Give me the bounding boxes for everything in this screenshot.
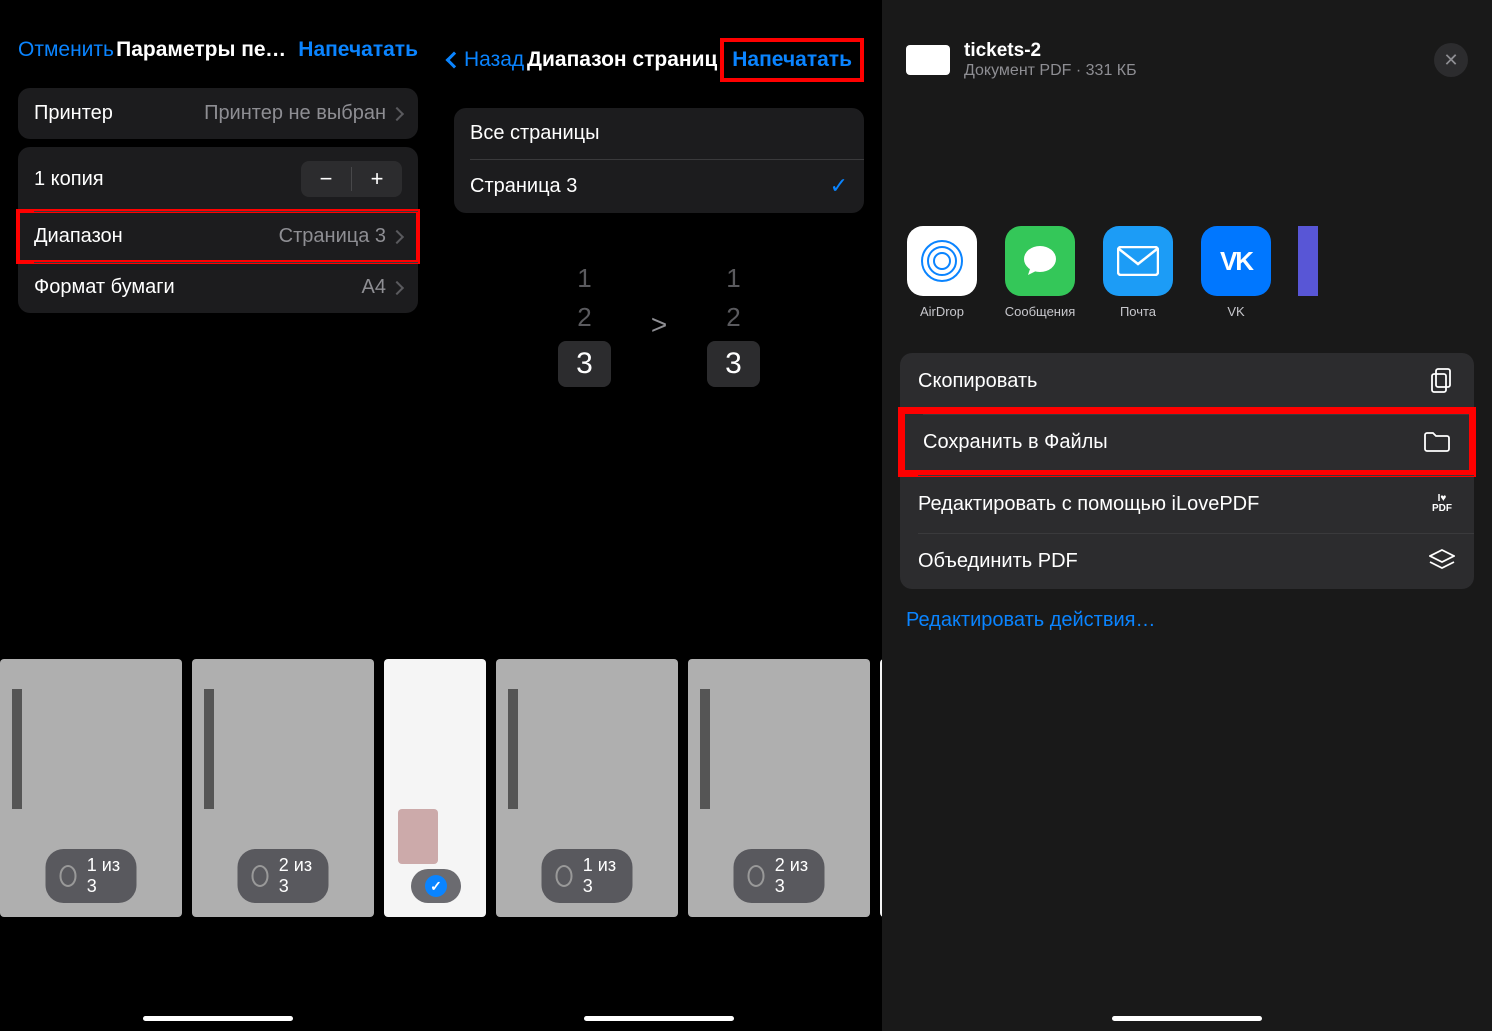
paper-value: A4 bbox=[362, 276, 402, 299]
copy-icon bbox=[1428, 369, 1456, 393]
share-header: tickets-2 Документ PDF · 331 КБ ✕ bbox=[882, 0, 1492, 94]
more-app[interactable] bbox=[1298, 226, 1318, 319]
picker-to[interactable]: 1 2 3 bbox=[707, 263, 760, 387]
thumbnail-1[interactable]: 1 из 3 bbox=[0, 659, 182, 917]
stepper-minus-button[interactable]: − bbox=[301, 161, 351, 197]
thumbnail-2b[interactable]: 2 из 3 bbox=[688, 659, 870, 917]
chevron-left-icon bbox=[446, 52, 463, 69]
nav-title-2: Диапазон страниц bbox=[527, 48, 717, 72]
vk-icon: VK bbox=[1201, 226, 1271, 296]
thumbnail-2[interactable]: 2 из 3 bbox=[192, 659, 374, 917]
messages-app[interactable]: Сообщения bbox=[1004, 226, 1076, 319]
edit-actions-link[interactable]: Редактировать действия… bbox=[882, 589, 1492, 652]
print-button-1[interactable]: Напечатать bbox=[298, 38, 418, 62]
page3-row[interactable]: Страница 3 ✓ bbox=[454, 159, 864, 213]
printer-row[interactable]: Принтер Принтер не выбран bbox=[18, 88, 418, 139]
nav-title-1: Параметры печ… bbox=[116, 38, 296, 62]
all-pages-row[interactable]: Все страницы bbox=[454, 108, 864, 159]
ilovepdf-action[interactable]: Редактировать с помощью iLovePDF I♥PDF bbox=[900, 475, 1474, 533]
mail-icon bbox=[1103, 226, 1173, 296]
nav-bar-1: Отменить Параметры печ… Напечатать bbox=[0, 0, 436, 80]
airdrop-icon bbox=[907, 226, 977, 296]
printer-card: Принтер Принтер не выбран bbox=[18, 88, 418, 139]
home-indicator bbox=[1112, 1016, 1262, 1021]
close-button[interactable]: ✕ bbox=[1434, 43, 1468, 77]
share-actions-list: Скопировать Сохранить в Файлы Редактиров… bbox=[900, 353, 1474, 589]
unchecked-circle-icon bbox=[60, 865, 77, 887]
back-button[interactable]: Назад bbox=[448, 48, 524, 72]
share-preview bbox=[882, 94, 1492, 214]
vk-app[interactable]: VK VK bbox=[1200, 226, 1272, 319]
unchecked-circle-icon bbox=[252, 865, 269, 887]
chevron-right-icon bbox=[390, 229, 404, 243]
save-to-files-action[interactable]: Сохранить в Файлы bbox=[900, 409, 1474, 475]
messages-icon bbox=[1005, 226, 1075, 296]
file-subtitle: Документ PDF · 331 КБ bbox=[964, 62, 1137, 80]
layers-icon bbox=[1428, 549, 1456, 573]
chevron-right-icon bbox=[390, 280, 404, 294]
page-thumbnails-1: 1 из 3 2 из 3 bbox=[0, 659, 436, 919]
file-thumbnail-icon bbox=[906, 45, 950, 75]
range-select-card: Все страницы Страница 3 ✓ bbox=[454, 108, 864, 213]
printer-value: Принтер не выбран bbox=[204, 102, 402, 125]
paper-row[interactable]: Формат бумаги A4 bbox=[18, 262, 418, 313]
home-indicator bbox=[584, 1016, 734, 1021]
share-apps-row: AirDrop Сообщения Почта VK VK bbox=[882, 214, 1492, 331]
home-indicator bbox=[143, 1016, 293, 1021]
checked-circle-icon: ✓ bbox=[425, 875, 447, 897]
picker-separator: > bbox=[651, 309, 667, 341]
thumbnail-badge-1[interactable]: 1 из 3 bbox=[46, 849, 137, 903]
printer-label: Принтер bbox=[34, 102, 113, 125]
range-picker[interactable]: 1 2 3 > 1 2 3 bbox=[436, 263, 882, 387]
ilovepdf-icon: I♥PDF bbox=[1428, 492, 1456, 516]
nav-bar-2: Назад Диапазон страниц Напечатать bbox=[436, 0, 882, 100]
copies-label: 1 копия bbox=[34, 168, 104, 191]
file-name: tickets-2 bbox=[964, 40, 1137, 62]
folder-icon bbox=[1423, 430, 1451, 454]
copy-action[interactable]: Скопировать bbox=[900, 353, 1474, 409]
merge-pdf-action[interactable]: Объединить PDF bbox=[900, 533, 1474, 589]
settings-card: 1 копия − + Диапазон Страница 3 Формат б… bbox=[18, 147, 418, 313]
paper-label: Формат бумаги bbox=[34, 276, 175, 299]
thumbnail-1b[interactable]: 1 из 3 bbox=[496, 659, 678, 917]
share-sheet-panel: tickets-2 Документ PDF · 331 КБ ✕ AirDro… bbox=[882, 0, 1492, 1031]
all-pages-label: Все страницы bbox=[470, 122, 599, 145]
mail-app[interactable]: Почта bbox=[1102, 226, 1174, 319]
range-label: Диапазон bbox=[34, 225, 123, 248]
range-value: Страница 3 bbox=[279, 225, 402, 248]
range-row[interactable]: Диапазон Страница 3 bbox=[18, 211, 418, 262]
page-range-panel: Назад Диапазон страниц Напечатать Все ст… bbox=[436, 0, 882, 1031]
page3-label: Страница 3 bbox=[470, 175, 577, 198]
copies-row: 1 копия − + bbox=[18, 147, 418, 211]
checkmark-icon: ✓ bbox=[830, 173, 848, 199]
stepper-plus-button[interactable]: + bbox=[352, 161, 402, 197]
airdrop-app[interactable]: AirDrop bbox=[906, 226, 978, 319]
print-button-2[interactable]: Напечатать bbox=[720, 38, 864, 82]
picker-from[interactable]: 1 2 3 bbox=[558, 263, 611, 387]
copies-stepper: − + bbox=[301, 161, 402, 197]
print-options-panel: Отменить Параметры печ… Напечатать Принт… bbox=[0, 0, 436, 1031]
chevron-right-icon bbox=[390, 106, 404, 120]
thumbnail-sel[interactable]: ✓ bbox=[386, 659, 486, 917]
cancel-button[interactable]: Отменить bbox=[18, 38, 114, 62]
page-thumbnails-2: ✓ 1 из 3 2 из 3 bbox=[386, 659, 882, 919]
